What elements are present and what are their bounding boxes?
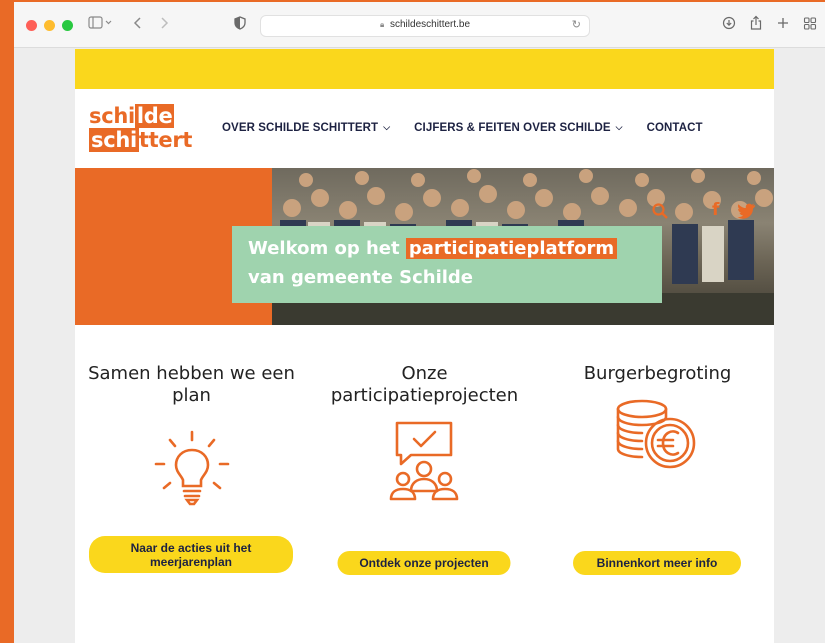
hero-heading-highlight: participatieplatform	[405, 238, 618, 259]
group-chat-icon	[381, 417, 467, 508]
nav-item-label: OVER SCHILDE SCHITTERT	[222, 122, 379, 134]
url-text: schildeschittert.be	[390, 19, 471, 30]
column-projects: Onze participatieprojecten	[308, 363, 541, 407]
column-title: Burgerbegroting	[583, 363, 732, 384]
reload-icon[interactable]: ↻	[572, 18, 581, 31]
more-info-button[interactable]: Binnenkort meer info	[573, 551, 741, 575]
search-icon[interactable]	[651, 202, 669, 224]
download-icon[interactable]	[722, 15, 736, 37]
lightbulb-icon	[150, 426, 234, 515]
plan-actions-button[interactable]: Naar de acties uit het meerjarenplan	[89, 536, 293, 573]
chevron-right-icon[interactable]	[158, 15, 170, 37]
logo-text: lde	[134, 104, 175, 128]
hero-welcome-box: Welkom op het participatieplatform van g…	[232, 226, 662, 303]
column-title: Onze participatieprojecten	[330, 363, 519, 406]
zoom-window-button[interactable]	[62, 20, 73, 31]
shield-icon[interactable]	[234, 15, 246, 37]
chevron-down-icon: ⌵	[615, 123, 623, 133]
discover-projects-button[interactable]: Ontdek onze projecten	[337, 551, 511, 575]
share-icon[interactable]	[749, 15, 763, 37]
lock-icon: 🔒︎	[379, 20, 385, 29]
page-viewport: schilde schittert OVER SCHILDE SCHITTERT…	[75, 49, 774, 643]
twitter-icon[interactable]	[737, 202, 757, 224]
plus-icon[interactable]	[776, 15, 790, 37]
main-nav: OVER SCHILDE SCHITTERT ⌵ CIJFERS & FEITE…	[222, 122, 727, 134]
column-title: Samen hebben we een plan	[88, 363, 295, 406]
minimize-window-button[interactable]	[44, 20, 55, 31]
top-yellow-banner	[75, 49, 774, 89]
column-plan: Samen hebben we een plan	[75, 363, 308, 407]
euro-coins-icon	[612, 397, 702, 476]
hero-heading-line2: van gemeente Schilde	[248, 267, 473, 288]
nav-item-over-schilde-schittert[interactable]: OVER SCHILDE SCHITTERT ⌵	[222, 122, 390, 134]
sidebar-icon[interactable]	[88, 15, 114, 37]
logo-text: ttert	[138, 128, 193, 152]
nav-item-label: CONTACT	[646, 122, 703, 134]
logo-text: schi	[89, 104, 135, 128]
hero-heading-line1: Welkom op het participatieplatform	[248, 238, 618, 259]
logo-text: schi	[89, 128, 139, 152]
nav-item-contact[interactable]: CONTACT	[647, 122, 703, 134]
close-window-button[interactable]	[26, 20, 37, 31]
facebook-icon[interactable]: f	[712, 200, 719, 220]
browser-toolbar: 🔒︎ schildeschittert.be ↻	[14, 2, 825, 48]
address-bar[interactable]: 🔒︎ schildeschittert.be ↻	[260, 15, 590, 37]
column-budget: Burgerbegroting	[541, 363, 774, 385]
nav-item-label: CIJFERS & FEITEN OVER SCHILDE	[414, 122, 611, 134]
site-logo[interactable]: schilde schittert	[89, 104, 203, 152]
chevron-left-icon[interactable]	[132, 15, 144, 37]
chevron-down-icon: ⌵	[383, 123, 391, 133]
browser-window: 🔒︎ schildeschittert.be ↻ schilde schitte…	[14, 2, 825, 643]
site-header: schilde schittert OVER SCHILDE SCHITTERT…	[75, 89, 774, 168]
nav-item-cijfers-feiten[interactable]: CIJFERS & FEITEN OVER SCHILDE ⌵	[414, 122, 622, 134]
hero-banner: f Welkom op het participatieplatform van…	[75, 168, 774, 325]
tab-overview-icon[interactable]	[803, 15, 817, 37]
hero-heading-prefix: Welkom op het	[248, 238, 400, 259]
